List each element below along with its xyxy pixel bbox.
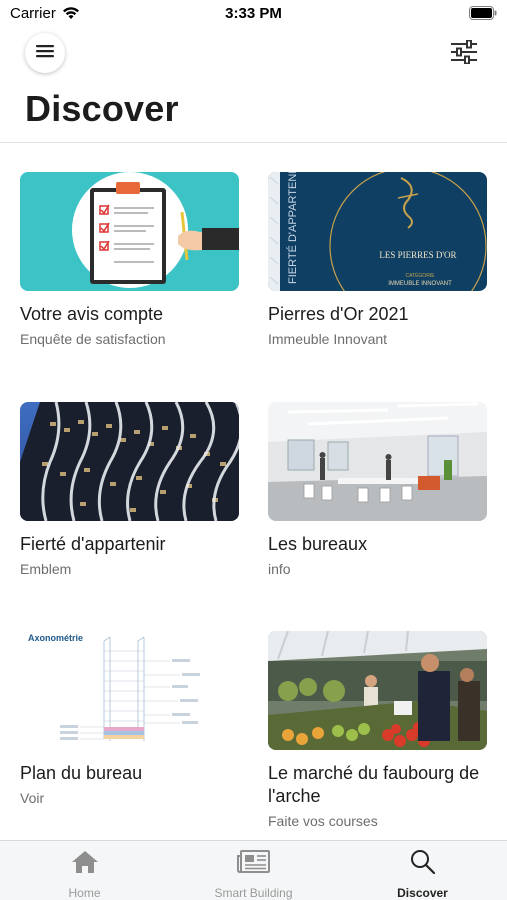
card-subtitle: Voir (20, 790, 45, 806)
card-title: Fierté d'appartenir (20, 534, 166, 554)
pierres-dor-image: FIERTÉ D'APPARTENIR LES PIERRES D'OR CAT… (268, 172, 487, 291)
plan-heading-text: Axonométrie (28, 633, 83, 643)
home-icon (70, 849, 100, 880)
pierres-name-text: LES PIERRES D'OR (379, 250, 456, 260)
card-title: Le marché du faubourg de l'arche (268, 763, 480, 806)
office-interior-image (268, 402, 487, 521)
card-plan-du-bureau[interactable]: Axonométrie Plan du bureau Voir (20, 631, 240, 806)
card-les-bureaux[interactable]: Les bureaux info (268, 402, 488, 577)
tab-label: Smart Building (214, 886, 293, 900)
card-title: Les bureaux (268, 534, 368, 554)
battery-icon (469, 6, 497, 25)
card-title: Plan du bureau (20, 763, 143, 783)
clock: 3:33 PM (225, 5, 282, 22)
card-subtitle: info (268, 561, 291, 577)
tab-label: Discover (397, 886, 448, 900)
card-pierres-dor[interactable]: FIERTÉ D'APPARTENIR LES PIERRES D'OR CAT… (268, 172, 488, 347)
card-subtitle: Emblem (20, 561, 72, 577)
menu-button[interactable] (25, 33, 65, 73)
pierres-side-text: FIERTÉ D'APPARTENIR (286, 172, 299, 284)
tab-home[interactable]: Home (0, 841, 169, 900)
status-bar: Carrier 3:33 PM (0, 0, 507, 28)
header-divider (0, 142, 507, 143)
card-subtitle: Enquête de satisfaction (20, 331, 166, 347)
pierres-category-text: CATÉGORIE (405, 272, 435, 279)
card-fierte-dappartenir[interactable]: Fierté d'appartenir Emblem (20, 402, 240, 577)
card-title: Votre avis compte (20, 304, 164, 324)
card-subtitle: Faite vos courses (268, 813, 378, 829)
tab-smart-building[interactable]: Smart Building (169, 841, 338, 900)
newspaper-icon (236, 849, 271, 880)
page-title: Discover (25, 88, 179, 129)
sliders-icon (450, 39, 478, 69)
card-votre-avis-compte[interactable]: Votre avis compte Enquête de satisfactio… (20, 172, 240, 347)
hamburger-icon (36, 44, 54, 63)
tab-label: Home (68, 886, 101, 900)
survey-clipboard-image (20, 172, 239, 291)
card-title: Pierres d'Or 2021 (268, 304, 409, 324)
card-subtitle: Immeuble Innovant (268, 331, 388, 347)
tab-discover[interactable]: Discover (338, 841, 507, 900)
card-le-marche[interactable]: Le marché du faubourg de l'arche Faite v… (268, 631, 493, 829)
building-facade-image (20, 402, 239, 521)
filter-button[interactable] (449, 39, 479, 69)
pierres-award-text: IMMEUBLE INNOVANT (388, 281, 452, 287)
search-icon (409, 849, 437, 880)
axonometry-plan-image: Axonométrie (20, 631, 239, 750)
market-stall-image (268, 631, 487, 750)
tab-bar: Home Smart Building Discover (0, 840, 507, 900)
